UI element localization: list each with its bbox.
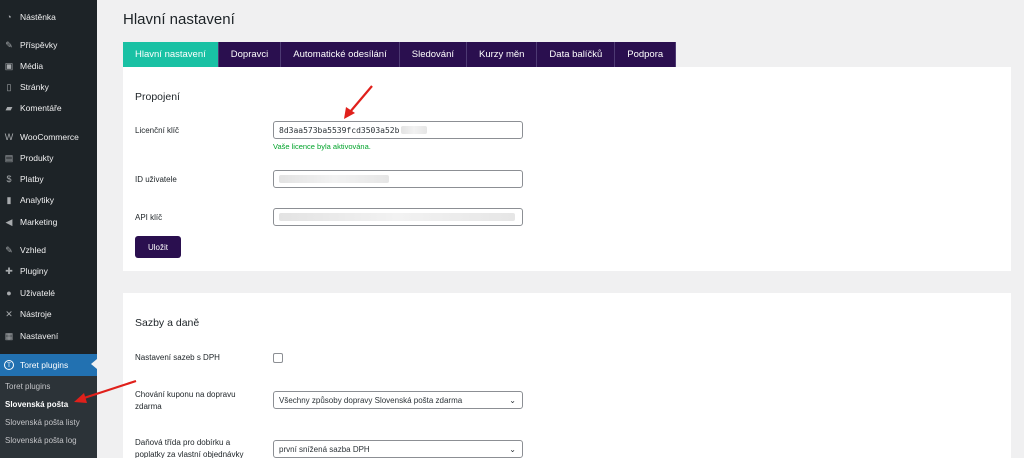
license-key-input[interactable]: 8d3aa573ba5539fcd3503a52b: [273, 121, 523, 139]
brush-icon: ✎: [5, 244, 13, 255]
user-icon: ●: [6, 288, 12, 298]
megaphone-icon: ◀: [5, 216, 13, 227]
license-key-label: Licenční klíč: [135, 126, 180, 135]
sidebar-item-dashboard[interactable]: ◔ Nástěnka: [0, 7, 97, 27]
coupon-behavior-value: Všechny způsoby dopravy Slovenská pošta …: [279, 395, 463, 405]
coupon-behavior-select[interactable]: Všechny způsoby dopravy Slovenská pošta …: [273, 391, 523, 409]
wrench-icon: ✕: [5, 308, 13, 319]
sidebar-item-label: Uživatelé: [20, 288, 55, 298]
save-button[interactable]: Uložit: [135, 236, 181, 258]
page-title: Hlavní nastavení: [123, 11, 235, 28]
woocommerce-icon: W: [4, 132, 14, 142]
vat-rates-label: Nastavení sazeb s DPH: [135, 353, 220, 362]
sidebar-item-products[interactable]: ▤ Produkty: [0, 148, 97, 168]
rates-panel: Sazby a daně Nastavení sazeb s DPH Chová…: [123, 293, 1011, 458]
tax-class-select[interactable]: první snížená sazba DPH ⌄: [273, 440, 523, 458]
toret-submenu: Toret plugins Slovenská pošta Slovenská …: [0, 376, 97, 458]
rates-section-title: Sazby a daně: [135, 317, 200, 329]
sidebar-item-analytics[interactable]: ▮ Analytiky: [0, 190, 97, 210]
license-key-redacted: [401, 126, 428, 134]
tab-exchange-rates[interactable]: Kurzy měn: [467, 42, 538, 67]
user-id-input[interactable]: [273, 170, 523, 188]
license-key-value: 8d3aa573ba5539fcd3503a52b: [279, 125, 400, 135]
dashboard-icon: ◔: [6, 12, 12, 22]
tax-class-label: Daňová třída pro dobírku a poplatky za v…: [135, 438, 244, 458]
api-key-input[interactable]: [273, 208, 523, 226]
tax-class-value: první snížená sazba DPH: [279, 444, 370, 454]
submenu-item-toret-plugins[interactable]: Toret plugins: [5, 382, 50, 391]
page-icon: ▯: [6, 81, 12, 92]
license-status-note: Vaše licence byla aktivována.: [273, 142, 371, 151]
chevron-down-icon: ⌄: [509, 395, 516, 405]
tab-package-data[interactable]: Data balíčků: [537, 42, 616, 67]
sidebar-item-posts[interactable]: ✎ Příspěvky: [0, 35, 97, 55]
settings-icon: ▦: [4, 330, 14, 341]
sidebar-item-label: Produkty: [20, 153, 54, 163]
products-icon: ▤: [4, 152, 14, 163]
tab-auto-sending[interactable]: Automatické odesílání: [281, 42, 400, 67]
user-id-redacted: [279, 175, 389, 183]
sidebar-item-label: Pluginy: [20, 266, 48, 276]
sidebar-item-media[interactable]: ▣ Média: [0, 56, 97, 76]
submenu-item-slovenska-posta[interactable]: Slovenská pošta: [5, 400, 68, 409]
sidebar-item-woocommerce[interactable]: W WooCommerce: [0, 127, 97, 147]
sidebar-item-label: Stránky: [20, 82, 49, 92]
sidebar-item-label: Toret plugins: [20, 360, 69, 370]
admin-sidebar: ◔ Nástěnka ✎ Příspěvky ▣ Média ▯ Stránky…: [0, 0, 97, 458]
sidebar-item-users[interactable]: ● Uživatelé: [0, 283, 97, 303]
toret-badge: T: [4, 360, 14, 370]
sidebar-item-label: Média: [20, 61, 44, 71]
sidebar-item-marketing[interactable]: ◀ Marketing: [0, 212, 97, 232]
sidebar-item-payments[interactable]: $ Platby: [0, 169, 97, 189]
user-id-label: ID uživatele: [135, 175, 177, 184]
sidebar-item-label: Analytiky: [20, 195, 55, 205]
toret-icon: T: [4, 360, 14, 370]
sidebar-item-appearance[interactable]: ✎ Vzhled: [0, 240, 97, 260]
sidebar-item-plugins[interactable]: ✚ Pluginy: [0, 261, 97, 281]
pin-icon: ✎: [5, 39, 13, 50]
tab-tracking[interactable]: Sledování: [399, 42, 468, 67]
api-key-label: API klíč: [135, 213, 163, 222]
sidebar-item-label: Příspěvky: [20, 40, 58, 50]
payments-icon: $: [6, 174, 12, 184]
settings-tabs: Hlavní nastavení Dopravci Automatické od…: [123, 42, 677, 67]
sidebar-item-label: Platby: [20, 174, 44, 184]
sidebar-item-tools[interactable]: ✕ Nástroje: [0, 304, 97, 324]
tab-carriers[interactable]: Dopravci: [218, 42, 282, 67]
tab-support[interactable]: Podpora: [615, 42, 677, 67]
sidebar-item-label: WooCommerce: [20, 132, 79, 142]
tab-main-settings[interactable]: Hlavní nastavení: [123, 42, 219, 67]
sidebar-item-label: Nastavení: [20, 331, 59, 341]
analytics-icon: ▮: [6, 194, 12, 205]
sidebar-item-label: Vzhled: [20, 245, 46, 255]
connection-section-title: Propojení: [135, 91, 180, 103]
comment-icon: ▰: [5, 102, 13, 113]
connection-panel: Propojení Licenční klíč 8d3aa573ba5539fc…: [123, 67, 1011, 271]
submenu-item-slovenska-posta-listy[interactable]: Slovenská pošta listy: [5, 418, 80, 427]
sidebar-item-label: Marketing: [20, 217, 58, 227]
submenu-item-slovenska-posta-log[interactable]: Slovenská pošta log: [5, 436, 77, 445]
vat-rates-checkbox[interactable]: [273, 353, 283, 363]
chevron-down-icon: ⌄: [509, 444, 516, 454]
plugin-icon: ✚: [5, 265, 13, 276]
api-key-redacted: [279, 213, 515, 221]
coupon-behavior-label: Chování kuponu na dopravu zdarma: [135, 390, 236, 411]
sidebar-item-settings[interactable]: ▦ Nastavení: [0, 326, 97, 346]
sidebar-item-label: Komentáře: [20, 103, 62, 113]
sidebar-item-comments[interactable]: ▰ Komentáře: [0, 98, 97, 118]
media-icon: ▣: [4, 60, 14, 71]
sidebar-item-label: Nástěnka: [20, 12, 56, 22]
sidebar-item-label: Nástroje: [20, 309, 52, 319]
sidebar-item-pages[interactable]: ▯ Stránky: [0, 77, 97, 97]
sidebar-item-toret-plugins[interactable]: T Toret plugins: [0, 354, 97, 376]
